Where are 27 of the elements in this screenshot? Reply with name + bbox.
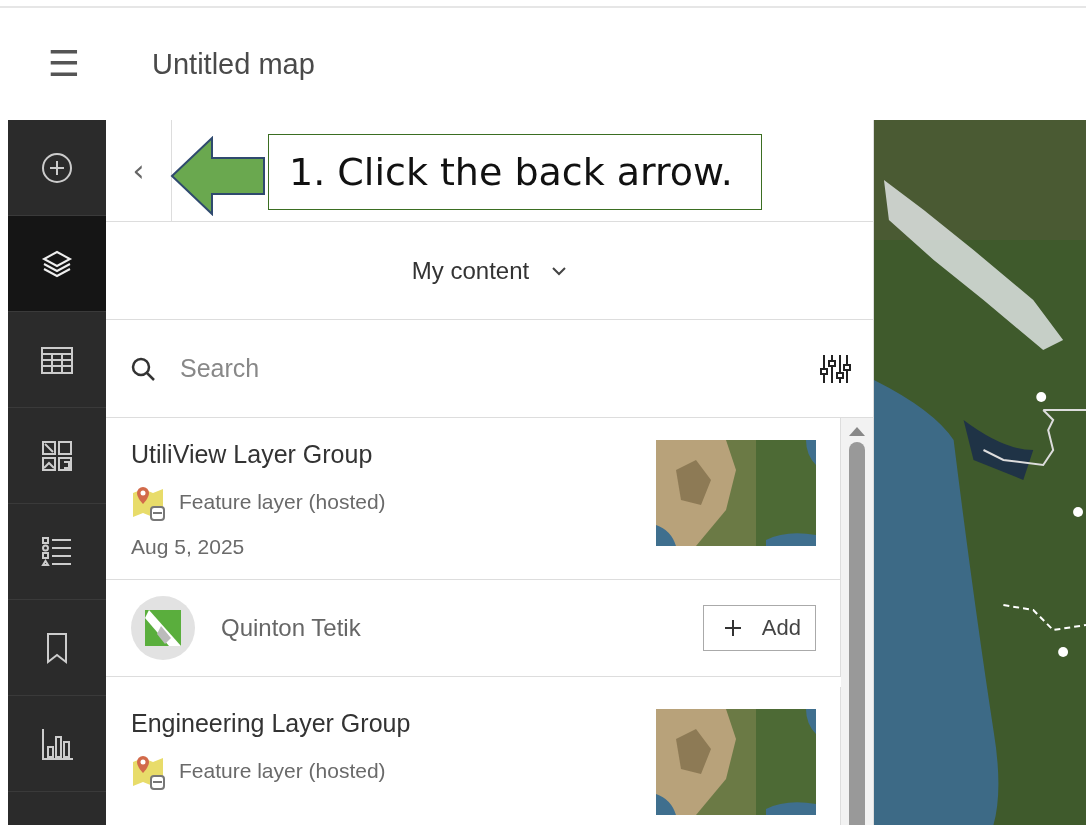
avatar-icon (131, 596, 195, 660)
owner-name: Quinton Tetik (221, 614, 362, 642)
sliders-icon (819, 352, 851, 385)
satellite-map[interactable] (874, 120, 1086, 825)
instruction-callout: 1. Click the back arrow. (268, 134, 762, 210)
search-icon (130, 355, 156, 382)
menu-button[interactable]: ☰ (44, 44, 84, 84)
add-icon (40, 150, 74, 185)
item-type: Feature layer (hosted) (179, 759, 386, 783)
map-title: Untitled map (152, 47, 315, 81)
scroll-up-icon (849, 426, 865, 436)
item-date: Aug 5, 2025 (131, 535, 246, 559)
content-dropdown[interactable]: My content (405, 250, 574, 291)
item-type: Feature layer (hosted) (179, 490, 386, 514)
gallery-icon (40, 438, 74, 473)
item-title: UtiliView Layer Group (131, 440, 374, 469)
item-title: Engineering Layer Group (131, 709, 411, 738)
chevron-down-icon (551, 265, 568, 276)
plus-icon (723, 619, 742, 637)
legend-icon (40, 534, 74, 569)
bar-chart-icon (40, 726, 74, 761)
scrollbar[interactable] (841, 418, 873, 825)
add-button[interactable]: Add (702, 605, 816, 651)
scroll-thumb[interactable] (849, 442, 865, 825)
filter-button[interactable] (819, 352, 851, 385)
rail-button[interactable] (8, 216, 106, 312)
content-card[interactable]: UtiliView Layer Group Feature layer (hosted) Aug 5, 2025 Quinton Tetik Add (106, 418, 841, 677)
